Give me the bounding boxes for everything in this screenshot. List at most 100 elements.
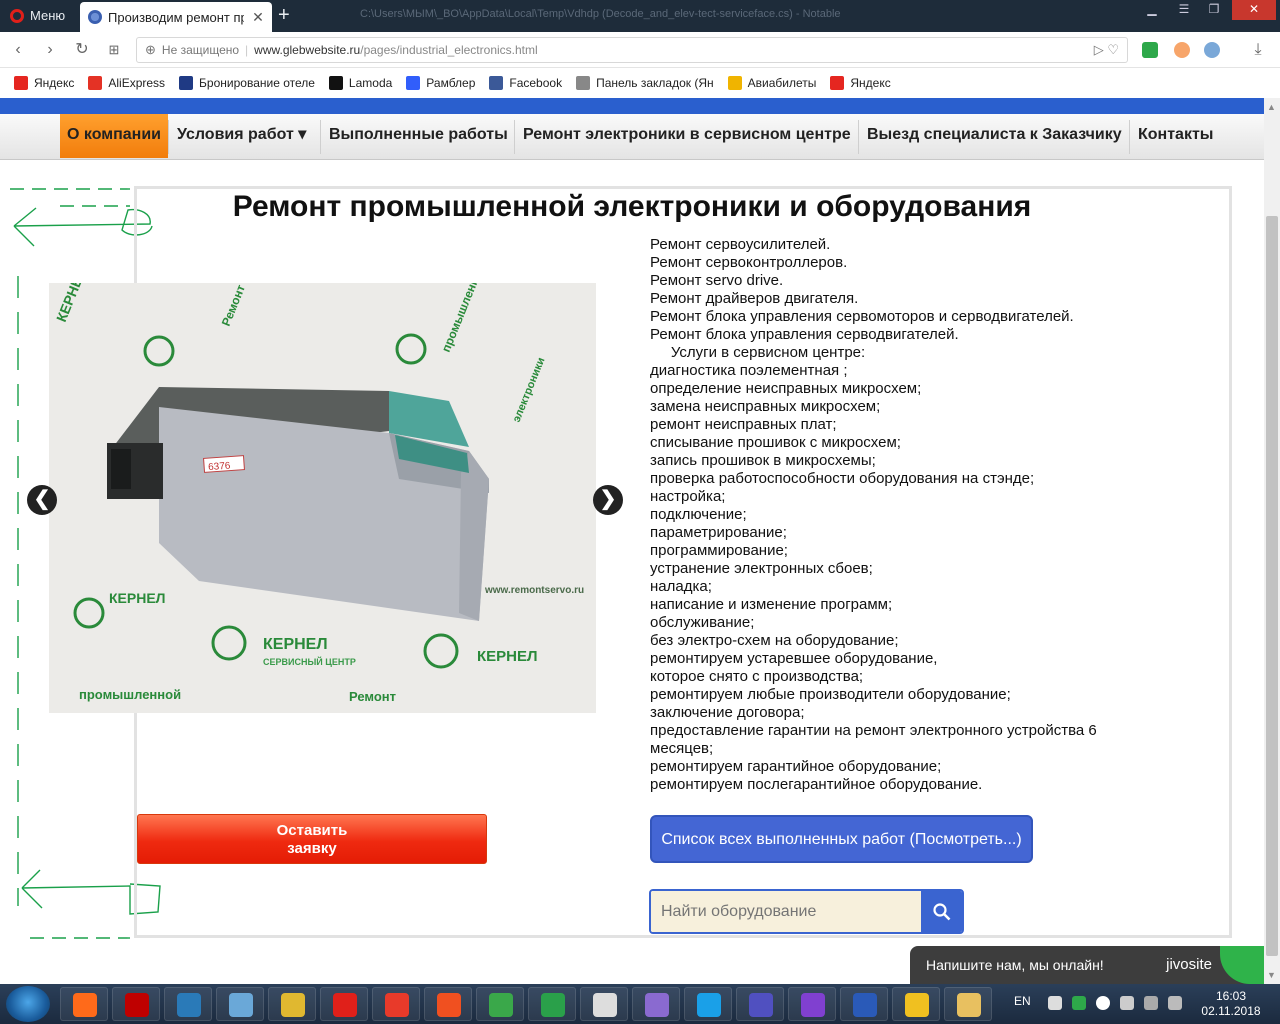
nav-item[interactable]: Контакты	[1131, 114, 1220, 158]
bookmark-label: Бронирование отеле	[199, 76, 315, 90]
taskbar-app[interactable]	[60, 987, 108, 1021]
speed-dial-icon[interactable]: ⊞	[104, 40, 124, 60]
taskbar-app[interactable]	[788, 987, 836, 1021]
minimize-icon[interactable]: ▁	[1140, 0, 1164, 20]
bookmark-item[interactable]: Facebook	[489, 76, 562, 90]
language-indicator[interactable]: EN	[1014, 994, 1031, 1008]
taskbar-app[interactable]	[944, 987, 992, 1021]
page-viewport: О компании Условия работ ▾ Выполненные раб…	[0, 98, 1264, 984]
page-title: Ремонт промышленной электроники и оборуд…	[232, 190, 1032, 223]
new-tab-button[interactable]: +	[278, 5, 290, 25]
opera-menu-button[interactable]: Меню	[4, 4, 76, 28]
taskbar-app[interactable]	[580, 987, 628, 1021]
display-icon[interactable]	[1144, 996, 1158, 1010]
service-line: обслуживание;	[650, 614, 755, 631]
taskbar-app[interactable]	[528, 987, 576, 1021]
chat-widget[interactable]: Напишите нам, мы онлайн! jivosite	[910, 946, 1264, 984]
taskbar-app[interactable]	[112, 987, 160, 1021]
brackets-icon	[177, 993, 201, 1017]
browser-tab[interactable]: Производим ремонт про ✕	[80, 2, 272, 32]
network-icon[interactable]	[1048, 996, 1062, 1010]
close-window-icon[interactable]: ✕	[1232, 0, 1276, 20]
bookmark-heart-icon[interactable]: ▷ ♡	[1094, 42, 1119, 58]
flag-icon[interactable]	[1120, 996, 1134, 1010]
taskbar-app[interactable]	[840, 987, 888, 1021]
bookmark-item[interactable]: Яндекс	[830, 76, 891, 90]
menu-label: Меню	[30, 8, 66, 23]
service-line: Ремонт драйверов двигателя.	[650, 290, 859, 307]
taskbar-app[interactable]	[268, 987, 316, 1021]
info-icon[interactable]	[1096, 996, 1110, 1010]
shield-icon[interactable]	[1072, 996, 1086, 1010]
bookmark-label: Рамблер	[426, 76, 476, 90]
service-line: диагностика поэлементная ;	[650, 362, 848, 379]
page-scrollbar[interactable]: ▲ ▼	[1264, 98, 1280, 984]
start-button[interactable]	[6, 986, 50, 1022]
taskbar-app[interactable]	[632, 987, 680, 1021]
save-icon	[749, 993, 773, 1017]
taskbar-app[interactable]	[424, 987, 472, 1021]
forward-icon[interactable]: ›	[40, 40, 60, 60]
order-label-2: заявку	[287, 840, 337, 857]
bookmark-item[interactable]: Панель закладок (Ян	[576, 76, 714, 90]
folder-icon	[576, 76, 591, 90]
bookmark-item[interactable]: Авиабилеты	[727, 76, 816, 90]
aliexpress-icon	[88, 76, 103, 90]
back-icon[interactable]: ‹	[8, 40, 28, 60]
service-line: ремонтируем любые производители оборудов…	[650, 686, 1011, 703]
nav-item[interactable]: Выполненные работы	[322, 114, 515, 158]
nav-separator	[320, 120, 321, 154]
address-bar: ‹ › ↻ ⊞ ⊕ Не защищено | www.glebwebsite.…	[0, 32, 1280, 68]
globe-icon: ⊕	[145, 42, 156, 57]
url-field[interactable]: ⊕ Не защищено | www.glebwebsite.ru/pages…	[136, 37, 1128, 63]
adblock-icon[interactable]	[1142, 42, 1158, 58]
nav-item[interactable]: О компании	[60, 114, 168, 158]
scroll-up-icon[interactable]: ▲	[1267, 102, 1276, 112]
bookmark-item[interactable]: Lamoda	[328, 76, 393, 90]
slider-next-icon[interactable]: ❯	[593, 485, 623, 515]
nav-item[interactable]: Ремонт электроники в сервисном центре	[516, 114, 858, 158]
restore-icon[interactable]: ❐	[1202, 0, 1226, 20]
taskbar-app[interactable]	[372, 987, 420, 1021]
equipment-search	[649, 889, 964, 934]
search-input[interactable]	[651, 891, 922, 932]
service-line: Ремонт блока управления серводвигателей.	[650, 326, 959, 343]
search-button[interactable]	[921, 891, 962, 932]
download-icon[interactable]: ⤓	[1248, 40, 1268, 60]
service-line: запись прошивок в микросхемы;	[650, 452, 876, 469]
taskbar-app[interactable]	[892, 987, 940, 1021]
close-tab-icon[interactable]: ✕	[250, 9, 266, 26]
explorer-icon	[957, 993, 981, 1017]
clock[interactable]: 16:03 02.11.2018	[1196, 989, 1266, 1019]
service-line: списывание прошивок с микросхем;	[650, 434, 901, 451]
taskbar-app[interactable]	[164, 987, 212, 1021]
bookmark-item[interactable]: Рамблер	[406, 76, 475, 90]
windows-taskbar: EN 16:03 02.11.2018	[0, 984, 1280, 1024]
taskbar-app[interactable]	[320, 987, 368, 1021]
bookmark-item[interactable]: Бронирование отеле	[179, 76, 315, 90]
bookmark-item[interactable]: AliExpress	[88, 76, 165, 90]
nav-item[interactable]: Выезд специалиста к Заказчику	[860, 114, 1129, 158]
taskbar-app[interactable]	[476, 987, 524, 1021]
nav-item[interactable]: Условия работ ▾	[170, 114, 313, 158]
taskbar-app[interactable]	[684, 987, 732, 1021]
tabs-menu-icon[interactable]: ☰	[1172, 0, 1196, 20]
reload-icon[interactable]: ↻	[72, 40, 92, 60]
scroll-thumb[interactable]	[1266, 216, 1278, 956]
order-button[interactable]: Оставить заявку	[137, 814, 487, 864]
slider-prev-icon[interactable]: ❮	[27, 485, 57, 515]
taskbar-app[interactable]	[216, 987, 264, 1021]
bookmark-label: Facebook	[509, 76, 563, 90]
chat-corner	[1220, 946, 1264, 984]
tab-strip: Меню Производим ремонт про ✕ + C:\Users\…	[0, 0, 1280, 32]
all-works-button[interactable]: Список всех выполненных работ (Посмотрет…	[650, 815, 1033, 863]
service-line: программирование;	[650, 542, 788, 559]
scroll-down-icon[interactable]: ▼	[1267, 970, 1276, 980]
volume-icon[interactable]	[1168, 996, 1182, 1010]
vpn-icon[interactable]	[1204, 42, 1220, 58]
extension-icon[interactable]	[1174, 42, 1190, 58]
url-host: www.glebwebsite.ru	[254, 43, 361, 57]
bookmark-item[interactable]: Яндекс	[14, 76, 74, 90]
taskbar-app[interactable]	[736, 987, 784, 1021]
bookmark-label: Lamoda	[348, 76, 393, 90]
